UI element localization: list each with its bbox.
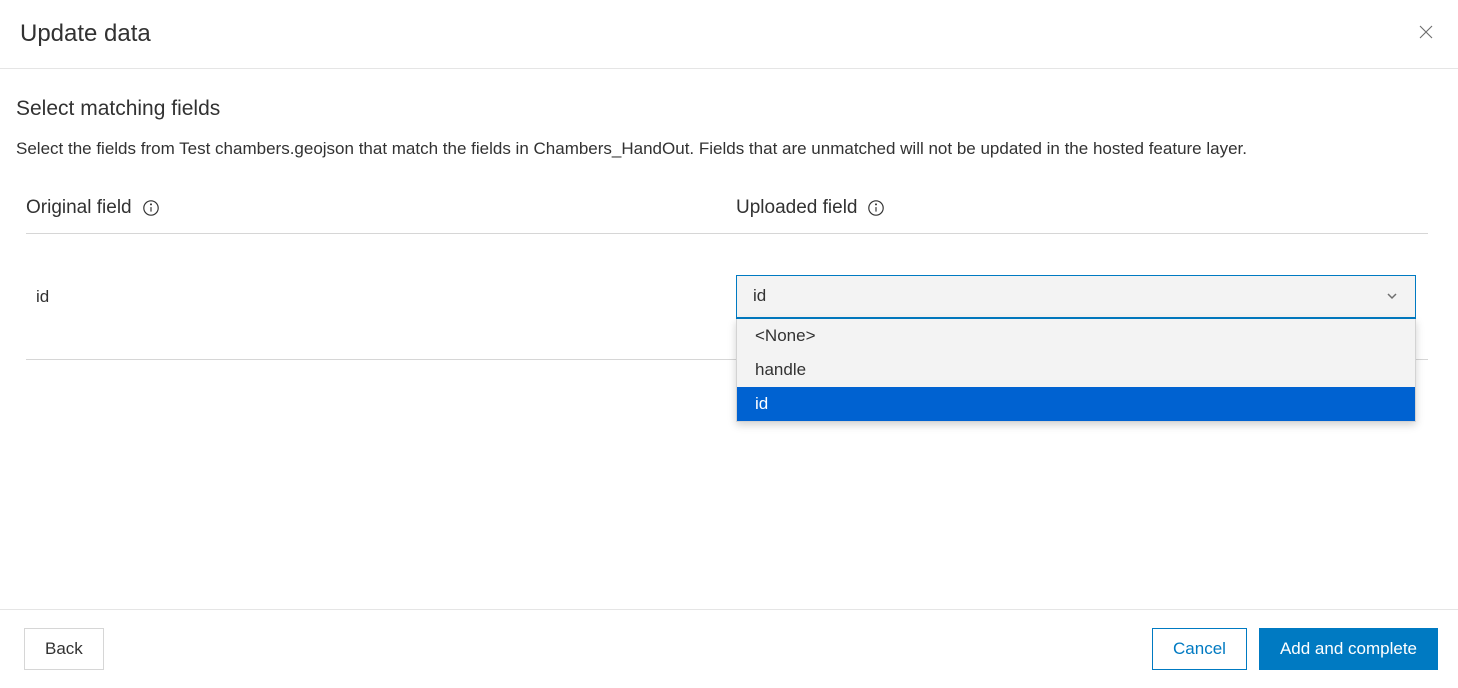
add-and-complete-button[interactable]: Add and complete <box>1259 628 1438 670</box>
uploaded-field-dropdown: <None> handle id <box>736 319 1416 422</box>
select-current-value: id <box>753 286 766 306</box>
original-field-header: Original field <box>26 197 736 219</box>
field-headers-row: Original field Uploaded field <box>26 187 1428 234</box>
close-icon <box>1417 23 1435 46</box>
section-title: Select matching fields <box>16 97 1438 121</box>
dialog-title: Update data <box>20 20 151 48</box>
dropdown-option-none[interactable]: <None> <box>737 319 1415 353</box>
field-mapping-row: id id <None> handle id <box>26 234 1428 360</box>
dialog-header: Update data <box>0 0 1458 69</box>
cancel-button[interactable]: Cancel <box>1152 628 1247 670</box>
close-button[interactable] <box>1414 22 1438 46</box>
info-icon[interactable] <box>867 199 885 217</box>
original-field-value: id <box>26 287 736 307</box>
uploaded-field-label: Uploaded field <box>736 197 857 219</box>
uploaded-field-select[interactable]: id <box>736 275 1416 319</box>
dropdown-option-handle[interactable]: handle <box>737 353 1415 387</box>
uploaded-field-header: Uploaded field <box>736 197 1428 219</box>
dropdown-option-id[interactable]: id <box>737 387 1415 421</box>
chevron-down-icon <box>1385 289 1399 303</box>
original-field-label: Original field <box>26 197 132 219</box>
info-icon[interactable] <box>142 199 160 217</box>
back-button[interactable]: Back <box>24 628 104 670</box>
section-description: Select the fields from Test chambers.geo… <box>16 135 1416 163</box>
dialog-content: Select matching fields Select the fields… <box>0 69 1458 360</box>
uploaded-field-cell: id <None> handle id <box>736 275 1428 319</box>
field-mapping-area: Original field Uploaded field id id <box>16 187 1438 360</box>
dialog-footer: Back Cancel Add and complete <box>0 609 1458 688</box>
footer-right-group: Cancel Add and complete <box>1152 628 1438 670</box>
